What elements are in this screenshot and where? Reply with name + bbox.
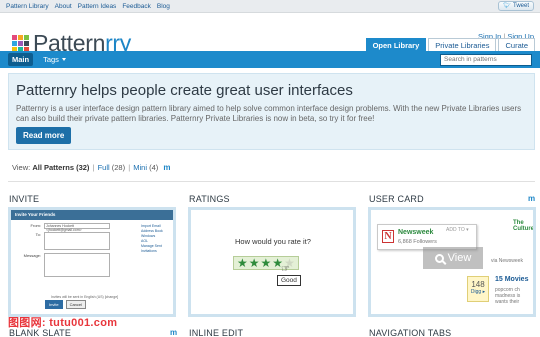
invite-thumb-message-box (44, 253, 110, 277)
invite-thumb-to-label: To: (35, 232, 41, 237)
patternry-logo[interactable]: Patternrry (12, 32, 131, 55)
top-nav-pattern-library[interactable]: Pattern Library (6, 3, 49, 10)
user-card-name: Newsweek (398, 229, 434, 236)
tweet-label: Tweet (512, 2, 529, 9)
card-title-inline-edit[interactable]: INLINE EDIT (189, 328, 243, 337)
invite-thumb-note: Invites will be sent in English (US) [ch… (51, 295, 119, 299)
rating-tooltip: Good (277, 275, 301, 286)
logo-grid-square (18, 34, 23, 40)
newsweek-logo-icon: N (382, 230, 394, 243)
invite-thumb-header: Invite Your Friends (11, 210, 173, 220)
nav-tags-label: Tags (43, 55, 59, 64)
star-filled-icon: ★ (237, 256, 248, 270)
chevron-down-icon (61, 58, 66, 61)
view-separator: | (128, 163, 131, 172)
card-title-navigation-tabs[interactable]: NAVIGATION TABS (369, 328, 451, 337)
user-card-thumb-culture: The Culture (513, 220, 534, 232)
top-bar: Pattern Library About Pattern Ideas Feed… (0, 0, 540, 13)
logo-grid-square (24, 40, 29, 46)
top-nav-blog[interactable]: Blog (157, 3, 170, 10)
user-card-addto: ADD TO ▾ (446, 227, 469, 233)
logo-grid-square (18, 40, 23, 46)
logo-grid-square (12, 40, 17, 46)
hero-title: Patternry helps people create great user… (16, 82, 353, 99)
mini-m-icon: m (170, 328, 178, 337)
star-filled-icon: ★ (248, 256, 260, 270)
digg-label: Digg ▸ (470, 289, 486, 295)
mini-m-icon: m (163, 163, 171, 172)
snippet-line: wants their (495, 299, 520, 305)
view-full-link[interactable]: Full (98, 163, 110, 172)
user-card-followers: 6,868 Followers (398, 239, 437, 245)
library-tabs: Open Library Private Libraries Curate (365, 38, 535, 51)
tab-private-libraries[interactable]: Private Libraries (428, 38, 497, 51)
tab-open-library[interactable]: Open Library (365, 38, 427, 51)
top-nav: Pattern Library About Pattern Ideas Feed… (6, 3, 170, 10)
user-card-thumb-movies: 15 Movies (495, 276, 529, 283)
star-filled-icon: ★ (260, 256, 272, 270)
invite-thumb-to-box (44, 232, 110, 250)
user-card-thumbnail[interactable]: The Culture N Newsweek 6,868 Followers A… (368, 207, 536, 317)
mini-m-icon: m (528, 194, 536, 203)
logo-grid-icon (12, 34, 29, 52)
view-filter: View: All Patterns (32) | Full (28) | Mi… (12, 163, 170, 172)
user-card-thumb-snippet: popcorn ch madness is wants their (495, 287, 520, 305)
view-separator: | (92, 163, 95, 172)
view-mini-count: (4) (149, 163, 159, 172)
top-nav-pattern-ideas[interactable]: Pattern Ideas (78, 3, 117, 10)
invite-thumb-message-row: Message: (15, 253, 169, 277)
view-all-patterns[interactable]: All Patterns (32) (32, 163, 89, 172)
invite-thumb-message-label: Message: (23, 253, 41, 258)
tab-curate[interactable]: Curate (498, 38, 535, 51)
digg-badge: 148 Digg ▸ (467, 276, 489, 302)
twitter-bird-icon: 🐦︎ (503, 2, 511, 9)
digg-count: 148 (471, 280, 485, 289)
main-nav-bar: Main Tags (0, 51, 540, 68)
hero-banner: Patternry helps people create great user… (8, 73, 535, 150)
nav-main[interactable]: Main (8, 53, 34, 66)
divider (8, 181, 535, 182)
user-card-thumb-via: via Newsweek (491, 258, 523, 264)
invite-thumb-invite-button: Invite (45, 300, 63, 309)
invite-thumbnail[interactable]: Invite Your Friends From: Johannes Hocke… (8, 207, 176, 317)
invite-thumb-buttons: Invite Cancel (45, 300, 87, 309)
read-more-button[interactable]: Read more (16, 127, 72, 144)
invite-thumb-from-value: Johannes Hockett <jhockett@gmail.com> (44, 223, 110, 232)
ratings-thumbnail[interactable]: How would you rate it? ★ ★ ★ ★ ★ ☞ Good (188, 207, 356, 317)
view-overlay-label: View (447, 252, 472, 264)
view-overlay: View (423, 247, 483, 269)
card-title-ratings[interactable]: RATINGS (189, 194, 230, 204)
top-nav-feedback[interactable]: Feedback (122, 3, 151, 10)
invite-thumb-cancel-button: Cancel (65, 300, 87, 309)
search-input[interactable] (440, 53, 532, 66)
invite-thumb-from-label: From: (30, 223, 41, 228)
view-filter-prefix: View: (12, 163, 31, 172)
logo-grid-square (12, 34, 17, 40)
invite-thumb-sidebar: Import Email Address Book Windows AOL Ma… (141, 224, 171, 254)
logo-grid-square (24, 34, 29, 40)
magnifier-icon (434, 253, 444, 263)
top-nav-about[interactable]: About (55, 3, 72, 10)
watermark: 图图网: tutu001.com (8, 317, 118, 329)
hand-cursor-icon: ☞ (281, 264, 290, 275)
card-title-invite[interactable]: INVITE (9, 194, 39, 204)
invite-thumb-side-line: Invitations (141, 249, 157, 253)
tweet-button[interactable]: 🐦︎ Tweet (498, 1, 534, 11)
rating-question: How would you rate it? (235, 237, 311, 246)
view-full-count: (28) (111, 163, 126, 172)
logo-text: Patternrry (33, 32, 131, 55)
card-title-user-card[interactable]: USER CARD (369, 194, 424, 204)
nav-tags-dropdown[interactable]: Tags (43, 55, 66, 64)
hero-body: Patternry is a user interface design pat… (16, 104, 522, 123)
view-mini-link[interactable]: Mini (133, 163, 147, 172)
